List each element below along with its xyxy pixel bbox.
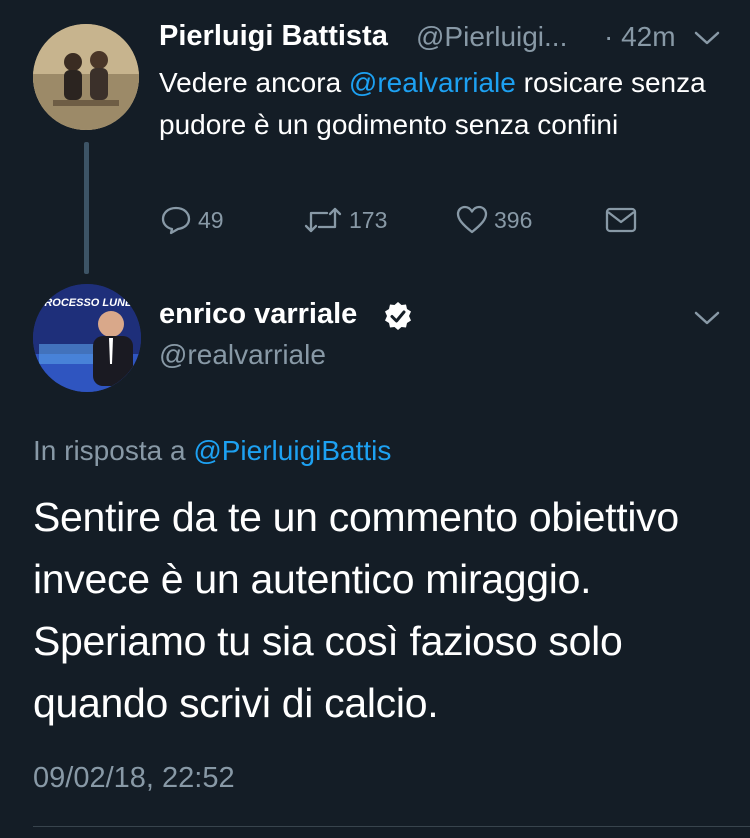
retweet-count: 173 <box>349 206 388 233</box>
tweet-text-part: Vedere ancora <box>159 67 349 98</box>
tweet-timestamp: 09/02/18, 22:52 <box>33 762 235 794</box>
retweet-button[interactable]: 173 <box>303 202 387 238</box>
avatar-enrico[interactable]: PROCESSO LUNEDÌ <box>33 284 141 392</box>
reply-count: 49 <box>198 206 224 233</box>
avatar-logo-text: PROCESSO LUNEDÌ <box>37 296 141 309</box>
reply-prefix: In risposta a <box>33 435 194 466</box>
reply-context: In risposta a @PierluigiBattis <box>33 435 391 467</box>
reply-icon <box>160 205 192 235</box>
divider <box>33 826 750 827</box>
tweet-text: Vedere ancora @realvarriale rosicare sen… <box>159 62 729 146</box>
retweet-icon <box>303 205 343 235</box>
author-handle[interactable]: @Pierluigi... <box>416 21 567 53</box>
tweet-time[interactable]: · 42m <box>604 21 676 53</box>
direct-message-button[interactable] <box>605 202 637 238</box>
reply-button[interactable]: 49 <box>160 202 224 238</box>
author-handle[interactable]: @realvarriale <box>159 339 326 371</box>
avatar-photo <box>33 24 139 130</box>
chevron-down-icon[interactable] <box>694 30 720 46</box>
tweet-text: Sentire da te un commento obiettivo inve… <box>33 494 679 726</box>
avatar-photo: PROCESSO LUNEDÌ <box>33 284 141 392</box>
verified-badge-icon <box>383 301 413 331</box>
envelope-icon <box>605 206 637 234</box>
mention-link[interactable]: @realvarriale <box>349 67 516 98</box>
reply-mention-link[interactable]: @PierluigiBattis <box>193 435 391 466</box>
heart-icon <box>456 205 488 235</box>
author-name[interactable]: Pierluigi Battista <box>159 20 388 53</box>
like-button[interactable]: 396 <box>456 202 532 238</box>
avatar-pierluigi[interactable] <box>33 24 139 130</box>
like-count: 396 <box>494 206 533 233</box>
chevron-down-icon[interactable] <box>694 310 720 326</box>
thread-line <box>84 142 89 274</box>
author-name[interactable]: enrico varriale <box>159 298 357 331</box>
